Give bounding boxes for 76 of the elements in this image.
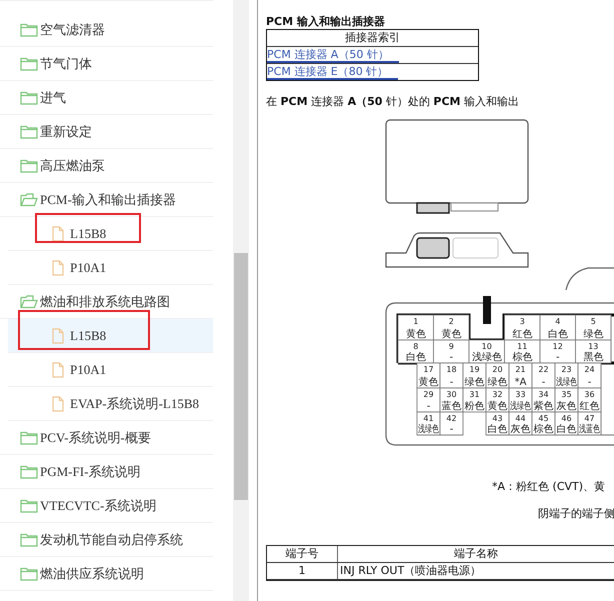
- pin-cell: 17 黄色: [416, 362, 440, 388]
- tree-folder-item[interactable]: 节气门体: [0, 47, 213, 81]
- pin-cell: 10 浅绿色: [468, 340, 505, 364]
- tree-folder-item[interactable]: 高压燃油泵: [0, 149, 213, 183]
- tree-file-item[interactable]: EVAP-系统说明-L15B8: [8, 387, 213, 421]
- pin-cell: 35 灰色: [554, 388, 578, 412]
- pin-cell: 30 蓝色: [440, 388, 464, 412]
- file-icon: [52, 328, 64, 344]
- pin-cell: 29 -: [416, 388, 440, 412]
- open-folder-icon: [20, 192, 38, 206]
- column-header: 端子号: [267, 546, 338, 562]
- pin-cell: 13 黑色: [575, 340, 612, 364]
- file-icon: [52, 362, 64, 378]
- folder-icon: [20, 498, 38, 512]
- pin-cell: 36 红色: [578, 388, 602, 412]
- file-icon: [52, 396, 64, 412]
- pin-cell: 22 -: [532, 362, 556, 388]
- pin-cell: 42 -: [440, 412, 464, 436]
- tree-file-item[interactable]: P10A1: [8, 251, 213, 285]
- folder-icon: [20, 464, 38, 478]
- folder-icon: [20, 22, 38, 36]
- pin-cell: 24 -: [578, 362, 602, 388]
- pin-cell: 20 绿色: [486, 362, 510, 388]
- pin-cell: 18 -: [440, 362, 464, 388]
- folder-icon: [20, 566, 38, 580]
- pin-cell: 45 棕色: [532, 412, 556, 436]
- tree-folder-item[interactable]: 燃油供应系统说明: [0, 557, 213, 591]
- view-note: 阴端子的端子侧: [537, 506, 614, 521]
- table-cell: 1: [267, 563, 338, 579]
- tree-folder-item[interactable]: VTECVTC-系统说明: [0, 489, 213, 523]
- section-title: 在 PCM 连接器 A（50 针）处的 PCM 输入和输出: [266, 94, 520, 110]
- pin-cell: 1 黄色: [398, 314, 434, 340]
- scrollbar-thumb[interactable]: [234, 253, 248, 500]
- folder-icon: [20, 430, 38, 444]
- folder-icon: [20, 124, 38, 138]
- section-heading: PCM 输入和输出插接器: [266, 14, 386, 29]
- tree-folder-item[interactable]: PCM-输入和输出插接器: [0, 183, 213, 217]
- pin-cell: 11 棕色: [504, 340, 540, 364]
- column-header: 端子名称: [453, 546, 499, 562]
- pin-cell: 19 绿色: [462, 362, 486, 388]
- pin-cell: 44 灰色: [508, 412, 532, 436]
- tree-folder-item[interactable]: 发动机节能自动启停系统: [0, 523, 213, 557]
- table-header: 插接器索引: [267, 30, 478, 47]
- pin-cell: 34 紫色: [532, 388, 556, 412]
- pin-cell: 3 红色: [504, 314, 540, 340]
- tree-file-item[interactable]: L15B8: [8, 217, 213, 251]
- pin-cell: 21 *A: [508, 362, 532, 388]
- pin-cell: 2 黄色: [433, 314, 470, 340]
- connector-link[interactable]: PCM 连接器 A（50 针）: [267, 48, 399, 63]
- tree-folder-item[interactable]: 进气: [0, 81, 213, 115]
- table-cell-text: INJ RLY OUT（喷油器电源）: [339, 563, 482, 579]
- pin-cell: 4 白色: [540, 314, 576, 340]
- pin-cell: 32 黄色: [486, 388, 510, 412]
- pin-cell: 31 粉色: [462, 388, 486, 412]
- folder-icon: [20, 532, 38, 546]
- pin-cell: 46 白色: [554, 412, 578, 436]
- pin-cell: 9 -: [433, 340, 470, 364]
- pin-cell: 43 白色: [486, 412, 510, 436]
- footnote: *A：粉红色 (CVT)、黄: [491, 479, 606, 494]
- file-icon: [52, 226, 64, 242]
- folder-icon: [20, 158, 38, 172]
- pin-cell: 5 绿色: [575, 314, 612, 340]
- scrollbar-track[interactable]: [233, 0, 249, 601]
- tree-folder-item[interactable]: PCV-系统说明-概要: [0, 421, 213, 455]
- tree-folder-item[interactable]: 空气滤清器: [0, 13, 213, 47]
- tree-folder-item[interactable]: PGM-FI-系统说明: [0, 455, 213, 489]
- tree-file-item[interactable]: P10A1: [8, 353, 213, 387]
- connector-link[interactable]: PCM 连接器 E（80 针）: [267, 65, 398, 80]
- tree-folder-item[interactable]: 重新设定: [0, 115, 213, 149]
- pin-cell: 12 -: [540, 340, 576, 364]
- folder-icon: [20, 56, 38, 70]
- open-folder-icon: [20, 294, 38, 308]
- file-icon: [52, 260, 64, 276]
- tree-file-item[interactable]: L15B8: [8, 319, 213, 353]
- folder-icon: [20, 90, 38, 104]
- pin-cell: 8 白色: [398, 340, 434, 364]
